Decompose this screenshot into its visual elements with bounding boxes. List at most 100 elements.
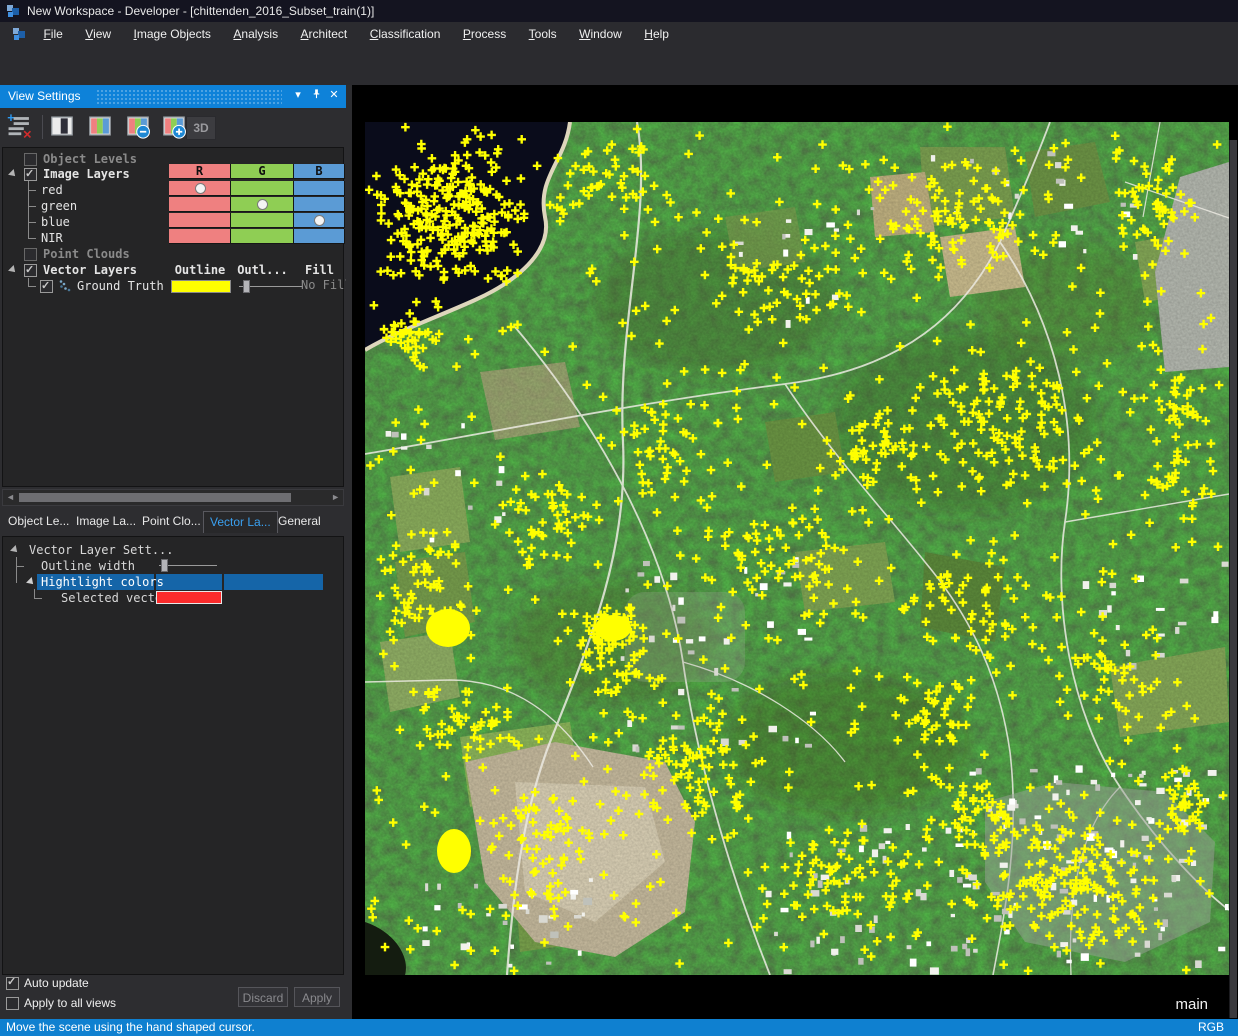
outline-width-slider[interactable] — [161, 559, 168, 572]
mix-cell-red-b[interactable] — [294, 181, 345, 196]
vector-layers-label: Vector Layers — [43, 262, 137, 278]
horizontal-scrollbar[interactable]: ◄ ► — [2, 489, 344, 506]
highlight-colors-value-cell[interactable] — [156, 574, 222, 590]
column-header-fill: Fill — [294, 262, 345, 278]
apply-button[interactable]: Apply — [294, 987, 340, 1007]
vector-layers-expand-icon[interactable] — [8, 265, 18, 275]
highlight-colors-label[interactable]: Hightlight colors — [41, 574, 164, 590]
title-bar: New Workspace - Developer - [chittenden_… — [0, 0, 1238, 22]
mix-cell-green-b[interactable] — [294, 197, 345, 212]
mix-cell-green-g[interactable] — [231, 197, 294, 212]
rgb-view-icon — [86, 112, 114, 140]
menu-window[interactable]: Window — [570, 22, 631, 41]
panel-header-texture — [96, 89, 282, 104]
vector-layer-settings-tree: Vector Layer Sett... Outline width Hight… — [2, 536, 344, 975]
band-label-nir[interactable]: NIR — [41, 230, 63, 246]
menu-tools[interactable]: Tools — [520, 22, 566, 41]
tab-vector-layers[interactable]: Vector La... — [203, 511, 278, 533]
menu-process[interactable]: Process — [454, 22, 515, 41]
mix-three-layers-rgb-button[interactable] — [86, 112, 116, 142]
menu-bar: File View Image Objects Analysis Archite… — [0, 22, 1238, 47]
tab-object-levels[interactable]: Object Le... — [2, 511, 75, 532]
menu-architect[interactable]: Architect — [292, 22, 357, 41]
panel-footer: Auto update Apply to all views Discard A… — [0, 975, 346, 1019]
menu-file[interactable]: File — [34, 22, 71, 41]
scrollbar-thumb[interactable] — [19, 493, 291, 502]
ground-truth-fill-value[interactable]: No Fill — [301, 278, 352, 292]
ground-truth-outline-color-swatch[interactable] — [171, 280, 231, 293]
apply-all-views-checkbox[interactable] — [6, 997, 19, 1010]
scroll-right-icon[interactable]: ► — [331, 492, 340, 502]
mix-cell-blue-r[interactable] — [169, 213, 231, 228]
toggle-3d-button[interactable]: 3D — [186, 116, 216, 140]
mix-cell-blue-b[interactable] — [294, 213, 345, 228]
ground-truth-outline-width-slider[interactable] — [243, 280, 250, 293]
outline-width-label[interactable]: Outline width — [41, 558, 135, 574]
viewer-right-edge — [1229, 140, 1237, 1018]
panel-header[interactable]: View Settings ▾ ✕ — [0, 85, 346, 108]
band-label-green[interactable]: green — [41, 198, 77, 214]
ground-truth-checkbox[interactable] — [40, 280, 53, 293]
menu-classification[interactable]: Classification — [361, 22, 450, 41]
mix-cell-nir-r[interactable] — [169, 229, 231, 244]
tab-image-layers[interactable]: Image La... — [70, 511, 142, 532]
auto-update-label[interactable]: Auto update — [24, 976, 89, 990]
discard-button[interactable]: Discard — [238, 987, 288, 1007]
vector-layers-checkbox[interactable] — [24, 264, 37, 277]
menu-image-objects[interactable]: Image Objects — [125, 22, 220, 41]
scroll-left-icon[interactable]: ◄ — [6, 492, 15, 502]
column-header-outline-width: Outl... — [231, 262, 294, 278]
band-label-blue[interactable]: blue — [41, 214, 70, 230]
app-logo-icon — [6, 4, 20, 18]
column-header-b: B — [294, 164, 345, 179]
auto-update-checkbox[interactable] — [6, 977, 19, 990]
mix-cell-red-g[interactable] — [231, 181, 294, 196]
image-layers-label: Image Layers — [43, 166, 130, 182]
map-viewer[interactable]: main — [352, 85, 1238, 1019]
image-layers-checkbox[interactable] — [24, 168, 37, 181]
mix-cell-blue-g[interactable] — [231, 213, 294, 228]
view-settings-panel: View Settings ▾ ✕ +✕ 3D Object Levels — [0, 85, 346, 1019]
highlight-colors-row[interactable]: Hightlight colors — [3, 574, 345, 590]
viewer-pane-label: main — [1175, 996, 1208, 1013]
mix-cell-green-r[interactable] — [169, 197, 231, 212]
tab-point-clouds[interactable]: Point Clo... — [136, 511, 207, 532]
single-layer-grayscale-button[interactable] — [48, 112, 78, 142]
application-window: New Workspace - Developer - [chittenden_… — [0, 0, 1238, 1036]
object-levels-checkbox — [24, 153, 37, 166]
mix-cell-nir-b[interactable] — [294, 229, 345, 244]
panel-toolbar-separator — [42, 115, 43, 139]
highlight-colors-expand-icon[interactable] — [26, 577, 36, 587]
point-layer-icon — [58, 279, 72, 292]
layer-mixing-tree: Object Levels Image Layers R G B red — [2, 147, 344, 487]
status-color-mode: RGB — [1198, 1020, 1224, 1034]
column-header-g: G — [231, 164, 294, 179]
menu-view[interactable]: View — [76, 22, 120, 41]
mix-cell-red-r[interactable] — [169, 181, 231, 196]
selected-vector-label[interactable]: Selected vector — [61, 590, 169, 606]
apply-all-views-label[interactable]: Apply to all views — [24, 996, 116, 1010]
selected-vector-color-swatch[interactable] — [156, 591, 222, 604]
vector-settings-root-label[interactable]: Vector Layer Sett... — [29, 542, 174, 558]
mix-cell-nir-g[interactable] — [231, 229, 294, 244]
decrease-layer-mixing-button[interactable] — [124, 112, 154, 142]
window-title: New Workspace - Developer - [chittenden_… — [27, 4, 374, 18]
band-label-red[interactable]: red — [41, 182, 63, 198]
highlight-colors-value-cell-2[interactable] — [224, 574, 323, 590]
menu-analysis[interactable]: Analysis — [224, 22, 287, 41]
edit-level-list-button[interactable]: +✕ — [6, 112, 36, 142]
panel-menu-chevron-icon[interactable]: ▾ — [290, 88, 306, 101]
object-levels-label: Object Levels — [43, 151, 137, 167]
grayscale-view-icon — [48, 112, 76, 140]
panel-pin-icon[interactable] — [308, 88, 324, 102]
panel-close-icon[interactable]: ✕ — [326, 88, 342, 101]
band-mix-dot — [257, 199, 268, 210]
menu-help[interactable]: Help — [635, 22, 678, 41]
settings-tabs: Object Le... Image La... Point Clo... Ve… — [0, 509, 346, 535]
band-mix-dot — [314, 215, 325, 226]
image-layers-expand-icon[interactable] — [8, 169, 18, 179]
satellite-scene[interactable] — [365, 122, 1229, 975]
vector-settings-expand-icon[interactable] — [10, 545, 20, 555]
tab-general-settings[interactable]: General S... — [272, 511, 346, 532]
ground-truth-label[interactable]: Ground Truth — [77, 278, 164, 294]
